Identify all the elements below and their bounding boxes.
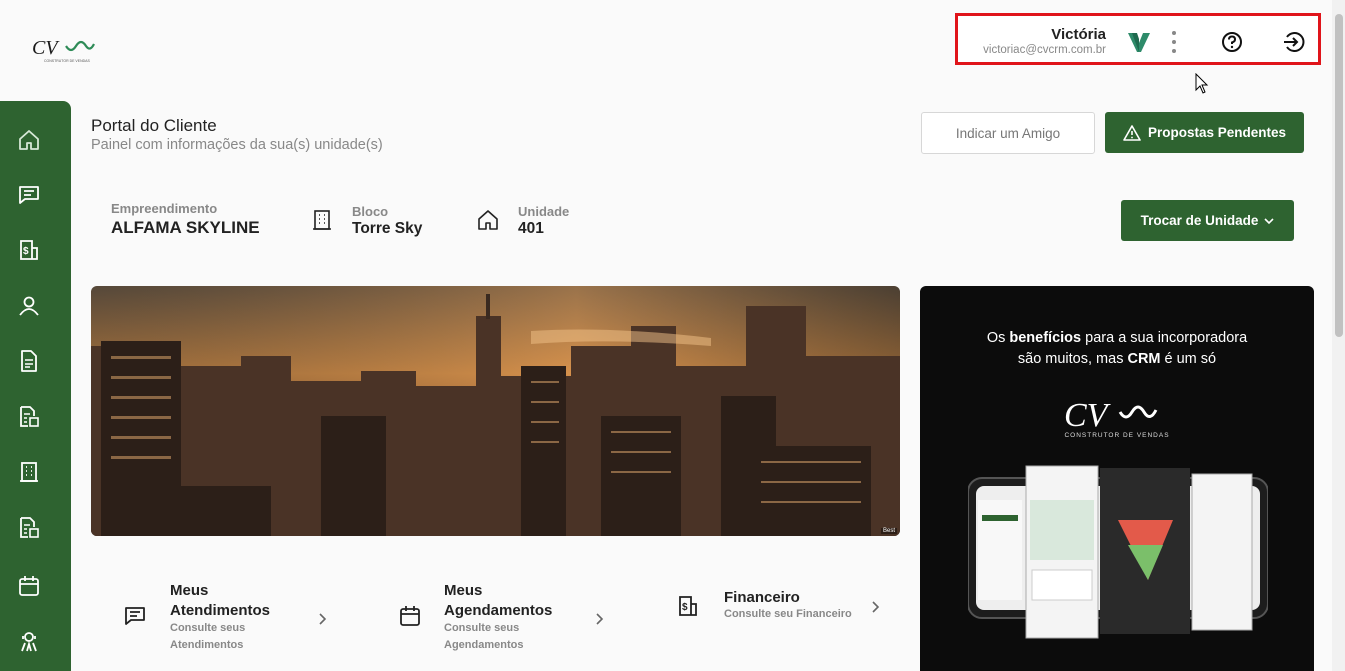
switch-unit-label: Trocar de Unidade bbox=[1140, 213, 1259, 228]
image-credit: Best bbox=[880, 528, 897, 534]
ad-line1-bold: benefícios bbox=[1009, 330, 1082, 346]
sidebar: $ bbox=[0, 101, 71, 671]
page-title: Portal do Cliente bbox=[91, 116, 217, 135]
block-label: Bloco bbox=[352, 204, 389, 219]
svg-text:$: $ bbox=[23, 246, 29, 257]
unit-value: 401 bbox=[518, 220, 544, 237]
switch-unit-button[interactable]: Trocar de Unidade bbox=[1121, 200, 1294, 241]
chat-icon bbox=[19, 186, 39, 204]
help-circle-icon[interactable] bbox=[1221, 31, 1243, 53]
indicate-friend-button[interactable]: Indicar um Amigo bbox=[921, 112, 1095, 154]
support-icon bbox=[21, 632, 37, 652]
warning-icon bbox=[1123, 124, 1141, 141]
unit-label: Unidade bbox=[518, 204, 570, 219]
sidebar-item-support[interactable] bbox=[17, 630, 41, 654]
ad-line2-bold: CRM bbox=[1127, 351, 1161, 367]
mouse-cursor-icon bbox=[1195, 72, 1209, 95]
user-icon bbox=[19, 296, 39, 316]
ad-line2-prefix: são muitos, mas bbox=[1017, 351, 1128, 367]
calendar-icon bbox=[19, 576, 39, 596]
ad-line1-prefix: Os bbox=[986, 330, 1010, 346]
home-icon bbox=[19, 130, 39, 150]
ad-headline: Os benefícios para a sua incorporadora s… bbox=[920, 328, 1314, 370]
scrollbar-thumb[interactable] bbox=[1335, 14, 1343, 337]
quick-link-title: Financeiro bbox=[724, 589, 800, 606]
chevron-down-icon bbox=[1264, 217, 1274, 224]
v-logo-icon[interactable] bbox=[1127, 30, 1151, 54]
ad-banner[interactable]: Os benefícios para a sua incorporadora s… bbox=[920, 286, 1314, 671]
calendar-icon bbox=[398, 604, 422, 628]
sidebar-item-contracts[interactable] bbox=[17, 405, 41, 429]
building-icon bbox=[20, 462, 38, 482]
svg-text:$: $ bbox=[682, 602, 688, 613]
user-name: Victória bbox=[1051, 26, 1106, 43]
quick-link-title: Meus Atendimentos bbox=[170, 582, 271, 619]
quick-link-description: Consulte seus Atendimentos bbox=[170, 622, 246, 651]
quick-link-description: Consulte seus Agendamentos bbox=[444, 622, 524, 651]
development-label: Empreendimento bbox=[111, 201, 218, 216]
sidebar-item-finance[interactable]: $ bbox=[17, 238, 41, 262]
document-building-icon bbox=[20, 406, 39, 427]
user-email: victoriac@cvcrm.com.br bbox=[983, 44, 1106, 56]
ad-line1-suffix: para a sua incorporadora bbox=[1081, 330, 1248, 346]
finance-icon: $ bbox=[676, 594, 700, 618]
block-value: Torre Sky bbox=[352, 220, 423, 237]
quick-link-description: Consulte seu Financeiro bbox=[724, 608, 852, 620]
sidebar-item-home[interactable] bbox=[17, 128, 41, 152]
building-icon bbox=[311, 209, 333, 231]
home-icon bbox=[477, 209, 499, 231]
ad-product-mockup bbox=[967, 460, 1269, 640]
svg-text:CV: CV bbox=[32, 37, 60, 59]
page-scrollbar[interactable] bbox=[1332, 0, 1345, 671]
page-subtitle: Painel com informações da sua(s) unidade… bbox=[91, 137, 383, 153]
user-panel: Victória victoriac@cvcrm.com.br bbox=[955, 13, 1321, 65]
hero-city-image: Best bbox=[91, 286, 900, 536]
development-value: ALFAMA SKYLINE bbox=[111, 218, 260, 237]
finance-icon: $ bbox=[20, 240, 38, 260]
page: CV CONSTRUTOR DE VENDAS Victória victori… bbox=[0, 0, 1345, 671]
chat-icon bbox=[123, 604, 147, 628]
sidebar-item-profile[interactable] bbox=[17, 294, 41, 318]
svg-text:CONSTRUTOR DE VENDAS: CONSTRUTOR DE VENDAS bbox=[44, 59, 90, 63]
chevron-right-icon bbox=[318, 612, 328, 626]
sidebar-item-buildings[interactable] bbox=[17, 460, 41, 484]
sidebar-item-documents[interactable] bbox=[17, 349, 41, 373]
sidebar-item-reports[interactable] bbox=[17, 516, 41, 540]
ad-line2-suffix: é um só bbox=[1160, 351, 1217, 367]
svg-text:CV: CV bbox=[1064, 397, 1112, 434]
document-building-icon bbox=[20, 517, 39, 538]
chevron-right-icon bbox=[871, 600, 881, 614]
quick-link-title: Meus Agendamentos bbox=[444, 582, 553, 619]
pending-proposals-label: Propostas Pendentes bbox=[1147, 125, 1287, 140]
chevron-right-icon bbox=[595, 612, 605, 626]
document-icon bbox=[21, 350, 37, 372]
logout-icon[interactable] bbox=[1283, 31, 1305, 53]
more-vertical-icon[interactable] bbox=[1170, 29, 1178, 55]
sidebar-item-calendar[interactable] bbox=[17, 574, 41, 598]
ad-logo-subtitle: CONSTRUTOR DE VENDAS bbox=[1064, 432, 1170, 439]
company-logo[interactable]: CV CONSTRUTOR DE VENDAS bbox=[30, 34, 98, 64]
pending-proposals-button[interactable]: Propostas Pendentes bbox=[1105, 112, 1304, 153]
sidebar-item-attendances[interactable] bbox=[17, 183, 41, 207]
